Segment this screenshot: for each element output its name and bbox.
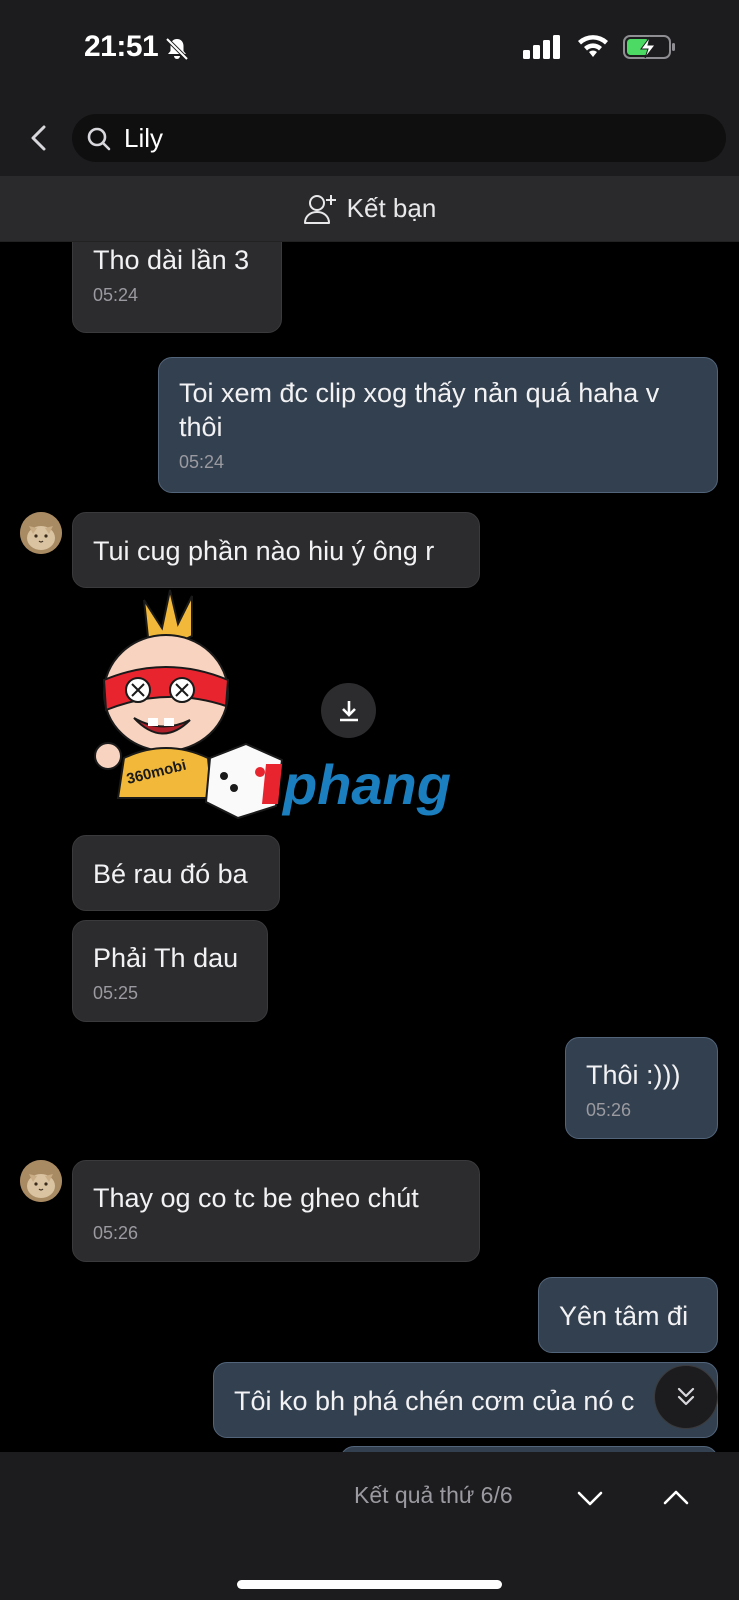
- message-list[interactable]: Tho dài lần 3 05:24 Toi xem đc clip xog …: [0, 242, 739, 1452]
- message-time: 05:26: [93, 1223, 139, 1243]
- message-bubble[interactable]: Tôi ko bh phá chén cơm của nó c: [213, 1362, 718, 1438]
- chevron-down-icon[interactable]: [570, 1478, 610, 1518]
- message-bubble[interactable]: Thay og co tc be gheo chút 05:26: [72, 1160, 480, 1262]
- chat-header: [0, 100, 739, 176]
- message-text: Tui cug phần nào hiu ý ông r: [93, 536, 435, 566]
- message-time: 05:24: [179, 452, 225, 472]
- message-time: 05:24: [93, 285, 139, 305]
- message-bubble[interactable]: Tho dài lần 3 05:24: [72, 242, 282, 333]
- search-result-bar: Kết quả thứ 6/6: [0, 1452, 739, 1600]
- message-time: 05:26: [586, 1100, 632, 1120]
- battery-charging-icon: [623, 35, 675, 59]
- bell-muted-icon: [165, 37, 189, 61]
- status-bar: 21:51: [0, 0, 739, 100]
- cat-avatar-icon: [20, 1160, 62, 1202]
- cellular-signal-icon: [523, 35, 560, 59]
- message-text: Thôi :))): [586, 1060, 681, 1090]
- message-bubble[interactable]: Phải Th dau 05:25: [72, 920, 268, 1022]
- search-input[interactable]: [124, 122, 684, 154]
- home-indicator: [237, 1580, 502, 1589]
- search-result-count: Kết quả thứ 6/6: [354, 1482, 513, 1508]
- sticker-image[interactable]: 360mobi phang: [78, 588, 488, 820]
- chevron-up-icon[interactable]: [656, 1478, 696, 1518]
- search-icon: [87, 127, 111, 151]
- scroll-to-bottom-button[interactable]: [654, 1365, 718, 1429]
- message-bubble[interactable]: Yên tâm đi: [538, 1277, 718, 1353]
- message-bubble[interactable]: Bé rau đó ba: [72, 835, 280, 911]
- add-user-icon: [303, 194, 336, 224]
- status-time: 21:51: [84, 30, 159, 63]
- message-text: Tho dài lần 3: [93, 245, 250, 275]
- message-text: Toi xem đc clip xog thấy nản quá haha v …: [179, 378, 660, 442]
- message-time: 05:25: [93, 983, 139, 1003]
- add-friend-button[interactable]: Kết bạn: [0, 176, 739, 242]
- double-chevron-down-icon: [677, 1387, 695, 1406]
- wifi-icon: [578, 35, 608, 57]
- message-bubble[interactable]: Toi xem đc clip xog thấy nản quá haha v …: [158, 357, 718, 493]
- message-text: Bé rau đó ba: [93, 859, 248, 889]
- search-box[interactable]: [72, 114, 726, 162]
- message-text: Tôi ko bh phá chén cơm của nó c: [234, 1386, 635, 1416]
- message-text: Thay og co tc be gheo chút: [93, 1183, 419, 1213]
- message-bubble[interactable]: Thôi :))) 05:26: [565, 1037, 718, 1139]
- avatar[interactable]: [20, 512, 62, 554]
- watermark-text: phang: [281, 753, 451, 816]
- cat-avatar-icon: [20, 512, 62, 554]
- avatar[interactable]: [20, 1160, 62, 1202]
- message-text: Phải Th dau: [93, 943, 239, 973]
- message-text: Yên tâm đi: [559, 1301, 689, 1331]
- download-icon: [339, 700, 358, 721]
- add-friend-label: Kết bạn: [346, 193, 437, 223]
- download-button[interactable]: [321, 683, 376, 738]
- chevron-left-icon[interactable]: [22, 120, 58, 156]
- message-bubble[interactable]: Tui cug phần nào hiu ý ông r: [72, 512, 480, 588]
